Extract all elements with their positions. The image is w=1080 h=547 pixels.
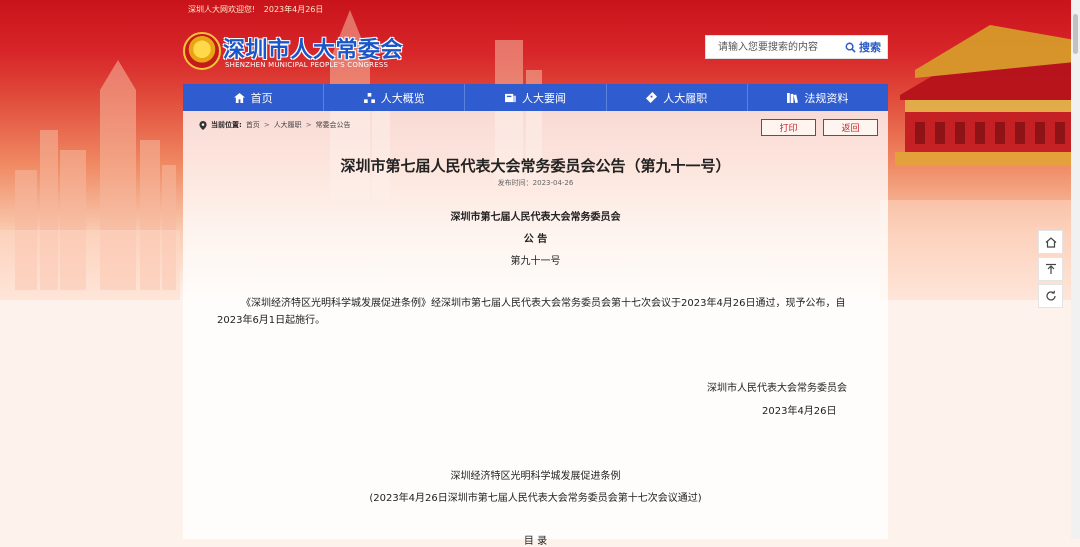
breadcrumb-home[interactable]: 首页 — [246, 120, 260, 130]
home-icon — [1045, 236, 1056, 248]
breadcrumb-label: 当前位置: — [211, 121, 242, 129]
search-input[interactable] — [706, 36, 836, 58]
article-body: 《深圳经济特区光明科学城发展促进条例》经深圳市第七届人民代表大会常务委员会第十七… — [217, 298, 846, 326]
article-title: 深圳市第七届人民代表大会常务委员会公告（第九十一号） — [340, 157, 731, 175]
notice-number: 第九十一号 — [510, 256, 561, 267]
breadcrumb-separator: > — [263, 121, 270, 129]
article-panel: 当前位置: 首页 > 人大履职 > 常委会公告 打印 返回 深圳市第七届人民代表… — [183, 111, 888, 547]
welcome-text: 深圳人大网欢迎您! — [188, 5, 256, 14]
national-emblem-icon — [183, 32, 221, 70]
breadcrumb-current[interactable]: 常委会公告 — [316, 120, 351, 130]
publish-date: 发布时间：2023-04-26 — [497, 179, 574, 187]
breadcrumb-duties[interactable]: 人大履职 — [274, 120, 302, 130]
home-icon — [233, 92, 245, 103]
nav-item-home[interactable]: 首页 — [183, 84, 325, 111]
nav-item-label: 人大要闻 — [522, 91, 566, 105]
top-icon — [1045, 263, 1056, 274]
nav-item-regulations[interactable]: 法规资料 — [748, 84, 888, 111]
side-home-button[interactable] — [1038, 230, 1063, 254]
back-button[interactable]: 返回 — [823, 119, 878, 136]
back-to-top-button[interactable] — [1038, 257, 1063, 281]
search-icon — [845, 42, 856, 53]
issuing-organ: 深圳市第七届人民代表大会常务委员会 — [450, 212, 621, 223]
org-chart-icon — [363, 92, 375, 103]
main-nav: 首页 人大概览 人大要闻 人大履职 法规资料 — [183, 84, 888, 111]
notice-heading: 公 告 — [523, 234, 548, 245]
page-scrollbar[interactable] — [1071, 0, 1080, 539]
nav-item-overview[interactable]: 人大概览 — [324, 84, 466, 111]
current-date: 2023年4月26日 — [263, 5, 324, 14]
refresh-icon — [1045, 290, 1056, 301]
welcome-line: 深圳人大网欢迎您! 2023年4月26日 — [188, 4, 329, 15]
breadcrumb: 当前位置: 首页 > 人大履职 > 常委会公告 — [199, 120, 351, 130]
logo-subtitle: SHENZHEN MUNICIPAL PEOPLE'S CONGRESS — [225, 61, 389, 69]
nav-item-news[interactable]: 人大要闻 — [465, 84, 607, 111]
search-button[interactable]: 搜索 — [845, 39, 881, 55]
breadcrumb-separator: > — [305, 121, 312, 129]
search-button-label: 搜索 — [859, 41, 881, 54]
table-of-contents-heading: 目 录 — [523, 536, 548, 547]
site-logo[interactable]: 深圳市人大常委会 SHENZHEN MUNICIPAL PEOPLE'S CON… — [183, 32, 423, 76]
law-adoption-note: (2023年4月26日深圳市第七届人民代表大会常务委员会第十七次会议通过) — [369, 493, 702, 504]
signature-date: 2023年4月26日 — [762, 406, 837, 417]
refresh-button[interactable] — [1038, 284, 1063, 308]
nav-item-label: 首页 — [250, 91, 273, 105]
law-title: 深圳经济特区光明科学城发展促进条例 — [450, 471, 621, 482]
search-box: 搜索 — [705, 35, 888, 59]
news-icon — [505, 93, 516, 102]
duty-icon — [646, 92, 658, 103]
nav-item-label: 法规资料 — [804, 91, 849, 105]
location-pin-icon — [199, 120, 207, 130]
gate-tower — [895, 25, 1075, 166]
print-button[interactable]: 打印 — [761, 119, 816, 136]
nav-item-duties[interactable]: 人大履职 — [607, 84, 748, 111]
nav-item-label: 人大履职 — [663, 91, 708, 105]
nav-item-label: 人大概览 — [380, 91, 425, 105]
signature-organ: 深圳市人民代表大会常务委员会 — [707, 383, 847, 394]
logo-title: 深圳市人大常委会 — [223, 38, 404, 63]
scrollbar-thumb[interactable] — [1073, 14, 1078, 54]
books-icon — [787, 92, 799, 103]
